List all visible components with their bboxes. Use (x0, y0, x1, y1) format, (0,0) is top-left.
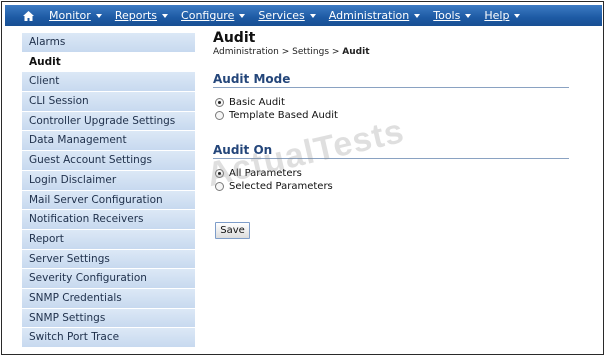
home-button[interactable] (15, 5, 41, 26)
sidebar-item-report[interactable]: Report (22, 229, 195, 250)
radio-row-all-parameters[interactable]: All Parameters (215, 167, 333, 180)
radio-label: All Parameters (229, 168, 302, 179)
caret-down-icon (514, 14, 521, 18)
sidebar-item-controller-upgrade-settings[interactable]: Controller Upgrade Settings (22, 111, 195, 132)
sidebar-item-mail-server-configuration[interactable]: Mail Server Configuration (22, 190, 195, 211)
sidebar-item-login-disclaimer[interactable]: Login Disclaimer (22, 170, 195, 191)
sidebar-item-server-settings[interactable]: Server Settings (22, 249, 195, 270)
audit-mode-section: Audit Mode (213, 72, 569, 88)
caret-down-icon (309, 14, 316, 18)
sidebar-item-data-management[interactable]: Data Management (22, 131, 195, 152)
radio-label: Selected Parameters (229, 181, 333, 192)
radio-basic-audit[interactable] (215, 98, 224, 107)
radio-label: Template Based Audit (229, 110, 338, 121)
radio-row-template-based-audit[interactable]: Template Based Audit (215, 109, 338, 122)
audit-on-section: Audit On (213, 143, 569, 159)
menu-label: Help (484, 9, 510, 22)
section-title-audit-on: Audit On (213, 143, 569, 159)
menu-help[interactable]: Help (484, 9, 521, 22)
audit-mode-options: Basic Audit Template Based Audit (213, 96, 338, 122)
menu-label: Reports (114, 9, 158, 22)
menu-administration[interactable]: Administration (329, 9, 421, 22)
menu-label: Services (258, 9, 305, 22)
window-frame: Monitor Reports Configure Services Admin… (1, 1, 604, 355)
radio-label: Basic Audit (229, 97, 285, 108)
sidebar-item-switch-port-trace[interactable]: Switch Port Trace (22, 328, 195, 348)
main-content: Audit Administration > Settings > Audit … (213, 30, 569, 239)
radio-row-basic-audit[interactable]: Basic Audit (215, 96, 338, 109)
caret-down-icon (95, 14, 102, 18)
menu-tools[interactable]: Tools (433, 9, 472, 22)
caret-down-icon (162, 14, 169, 18)
caret-down-icon (239, 14, 246, 18)
sidebar-item-snmp-credentials[interactable]: SNMP Credentials (22, 288, 195, 309)
menu-reports[interactable]: Reports (114, 9, 169, 22)
sidebar-item-snmp-settings[interactable]: SNMP Settings (22, 308, 195, 329)
sidebar-item-severity-configuration[interactable]: Severity Configuration (22, 269, 195, 289)
breadcrumb: Administration > Settings > Audit (213, 47, 569, 57)
radio-all-parameters[interactable] (215, 169, 224, 178)
sidebar-item-notification-receivers[interactable]: Notification Receivers (22, 210, 195, 230)
caret-down-icon (465, 14, 472, 18)
radio-selected-parameters[interactable] (215, 182, 224, 191)
sidebar-item-client[interactable]: Client (22, 72, 195, 93)
house-icon (22, 10, 34, 21)
menu-label: Monitor (49, 9, 91, 22)
breadcrumb-path: Administration > Settings > (213, 47, 343, 57)
menu-configure[interactable]: Configure (181, 9, 246, 22)
radio-row-selected-parameters[interactable]: Selected Parameters (215, 180, 333, 193)
menu-services[interactable]: Services (258, 9, 316, 22)
page-title: Audit (213, 30, 256, 46)
caret-down-icon (414, 14, 421, 18)
sidebar-item-alarms[interactable]: Alarms (22, 33, 195, 53)
audit-on-options: All Parameters Selected Parameters (213, 167, 333, 193)
save-button[interactable]: Save (215, 222, 250, 239)
breadcrumb-current: Audit (342, 47, 370, 57)
settings-sidebar: Alarms Audit Client CLI Session Controll… (22, 33, 195, 348)
menu-label: Tools (433, 9, 461, 22)
menu-label: Administration (328, 9, 410, 22)
menu-bar: Monitor Reports Configure Services Admin… (5, 5, 602, 26)
radio-template-based-audit[interactable] (215, 111, 224, 120)
sidebar-item-audit[interactable]: Audit (22, 52, 195, 73)
menu-monitor[interactable]: Monitor (49, 9, 102, 22)
menu-label: Configure (181, 9, 235, 22)
sidebar-item-cli-session[interactable]: CLI Session (22, 92, 195, 112)
sidebar-item-guest-account-settings[interactable]: Guest Account Settings (22, 151, 195, 171)
section-title-audit-mode: Audit Mode (213, 72, 569, 88)
